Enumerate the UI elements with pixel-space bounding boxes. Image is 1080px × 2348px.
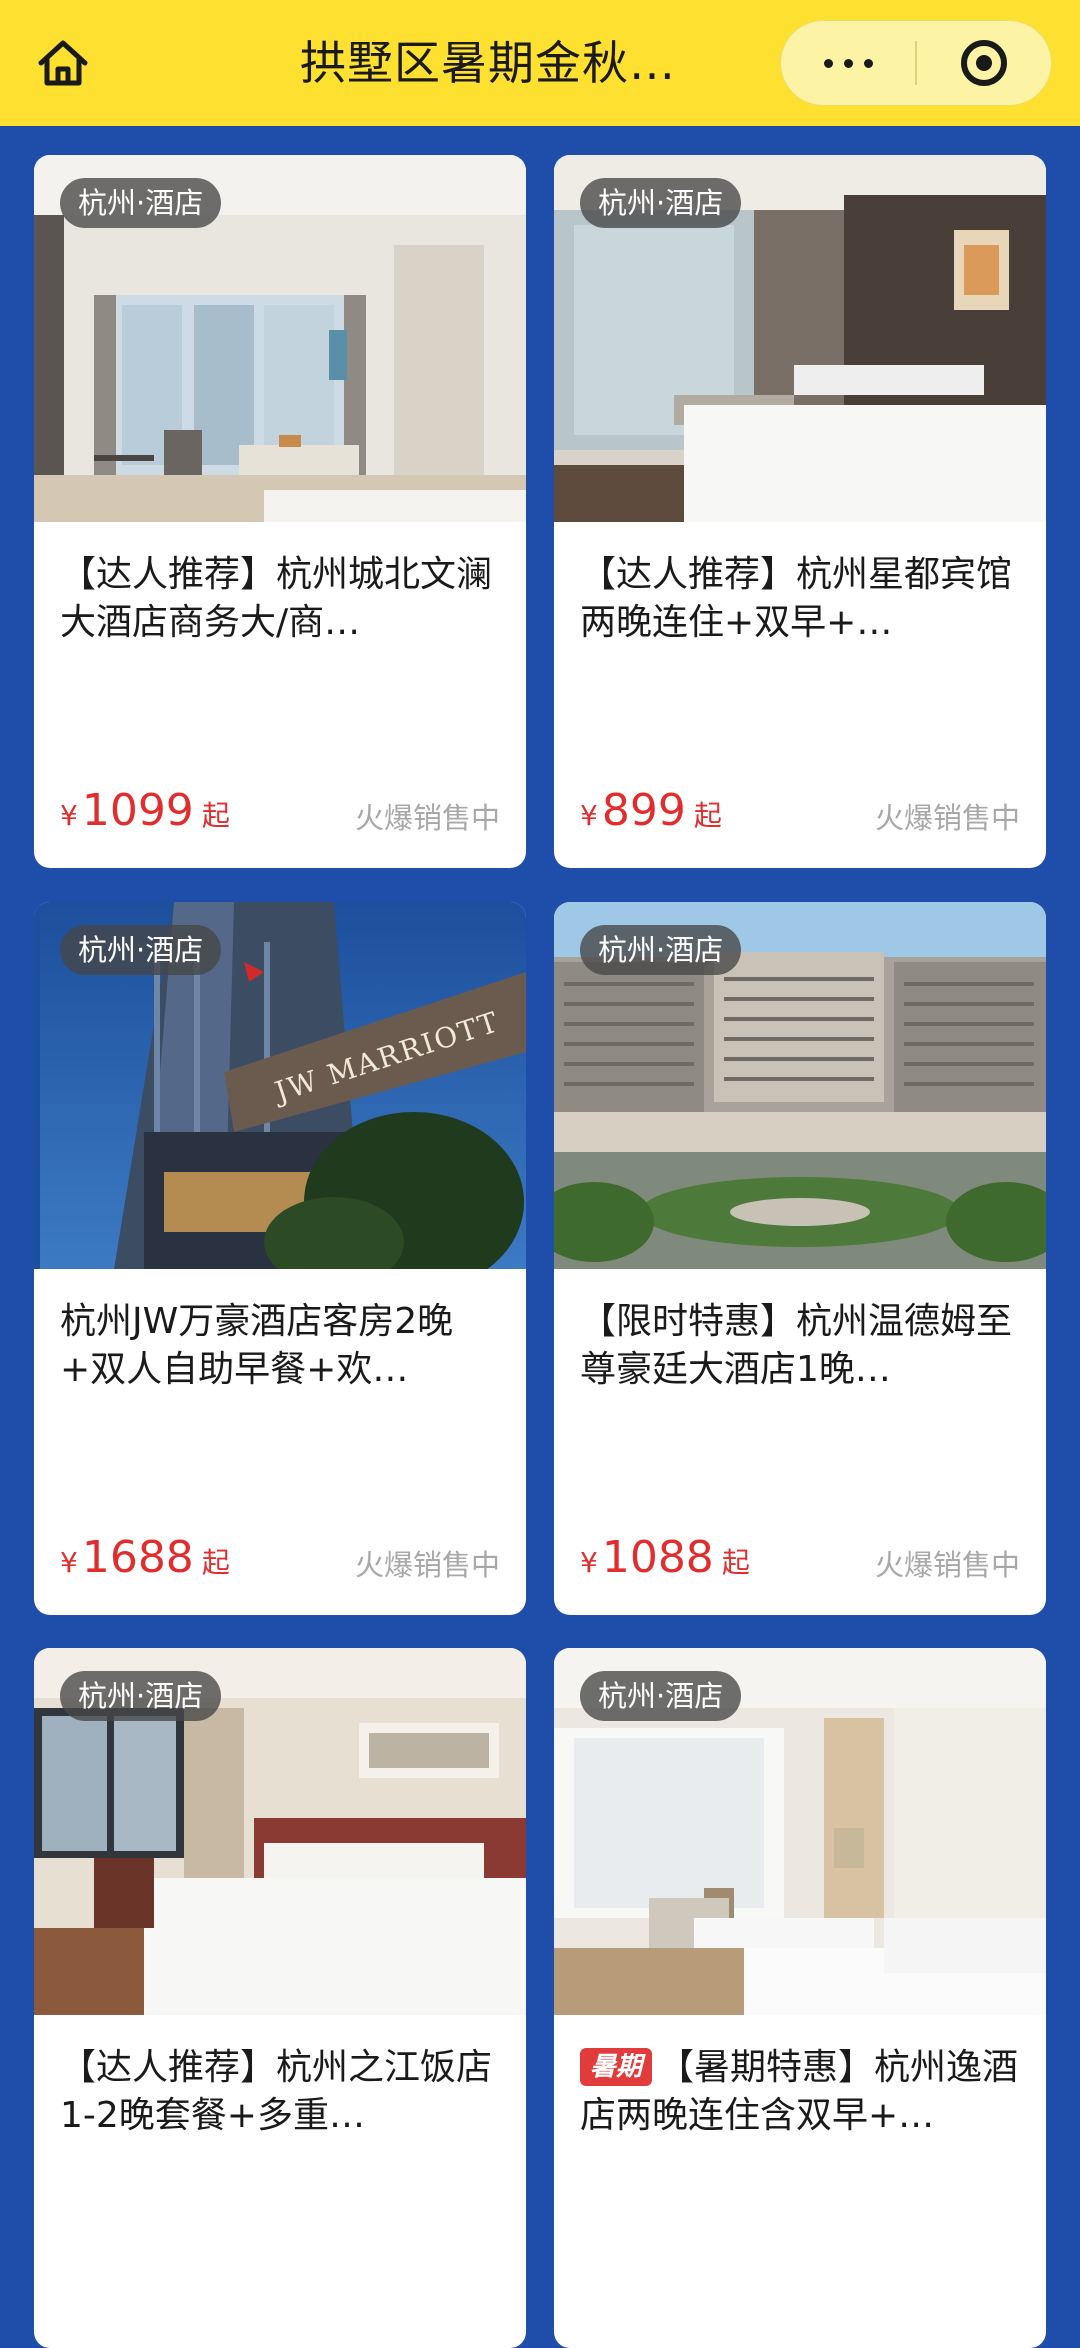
sales-status: 火爆销售中	[874, 801, 1020, 835]
product-title: 【达人推荐】杭州城北文澜大酒店商务大/商…	[60, 554, 493, 643]
product-card[interactable]: 杭州·酒店 【达人推荐】杭州城北文澜大酒店商务大/商… ¥ 1099 起 火爆销…	[34, 155, 526, 868]
product-card[interactable]: JW MARRIOTT 杭州·酒店 杭州JW万豪酒店客房2晚+双人自助早餐+欢……	[34, 902, 526, 1615]
mini-program-capsule	[780, 20, 1052, 106]
category-tag: 杭州·酒店	[60, 178, 222, 228]
price-value: 899	[601, 785, 686, 836]
price-suffix: 起	[201, 1546, 230, 1579]
category-tag: 杭州·酒店	[60, 925, 222, 975]
product-card[interactable]: 杭州·酒店 【限时特惠】杭州温德姆至尊豪廷大酒店1晚… ¥ 1088 起 火爆销…	[554, 902, 1046, 1615]
sales-status: 火爆销售中	[874, 1548, 1020, 1582]
product-title: 杭州JW万豪酒店客房2晚+双人自助早餐+欢…	[60, 1301, 454, 1390]
category-tag: 杭州·酒店	[580, 1671, 742, 1721]
price-suffix: 起	[201, 799, 230, 832]
product-card[interactable]: 杭州·酒店 暑期 【暑期特惠】杭州逸酒店两晚连住含双早+…	[554, 1648, 1046, 2348]
page-title: 拱墅区暑期金秋…	[300, 36, 676, 90]
currency-symbol: ¥	[60, 1546, 78, 1579]
price-suffix: 起	[721, 1546, 750, 1579]
more-dots-icon	[823, 58, 873, 68]
currency-symbol: ¥	[580, 1546, 598, 1579]
product-card[interactable]: 杭州·酒店 【达人推荐】杭州之江饭店1-2晚套餐+多重…	[34, 1648, 526, 2348]
home-button[interactable]	[28, 28, 98, 98]
price: ¥ 1088 起	[580, 1532, 750, 1588]
product-image: 杭州·酒店	[34, 155, 526, 522]
product-image: 杭州·酒店	[554, 1648, 1046, 2015]
category-tag: 杭州·酒店	[580, 925, 742, 975]
price: ¥ 1688 起	[60, 1532, 230, 1588]
currency-symbol: ¥	[60, 799, 78, 832]
product-title: 【限时特惠】杭州温德姆至尊豪廷大酒店1晚…	[580, 1301, 1013, 1390]
product-title: 【达人推荐】杭州星都宾馆两晚连住+双早+…	[580, 554, 1013, 643]
price: ¥ 1099 起	[60, 785, 230, 841]
product-card[interactable]: 杭州·酒店 【达人推荐】杭州星都宾馆两晚连住+双早+… ¥ 899 起 火爆销售…	[554, 155, 1046, 868]
product-image: 杭州·酒店	[554, 155, 1046, 522]
price-value: 1688	[81, 1532, 194, 1583]
category-tag: 杭州·酒店	[60, 1671, 222, 1721]
sales-status: 火爆销售中	[354, 1548, 500, 1582]
price: ¥ 899 起	[580, 785, 722, 841]
home-icon	[38, 40, 88, 86]
product-image: JW MARRIOTT 杭州·酒店	[34, 902, 526, 1269]
more-button[interactable]	[781, 20, 915, 106]
product-title: 暑期 【暑期特惠】杭州逸酒店两晚连住含双早+…	[580, 2044, 1020, 2140]
product-image: 杭州·酒店	[34, 1648, 526, 2015]
product-title: 【达人推荐】杭州之江饭店1-2晚套餐+多重…	[60, 2047, 493, 2136]
target-circle-icon	[960, 40, 1007, 86]
sales-status: 火爆销售中	[354, 801, 500, 835]
top-bar: 拱墅区暑期金秋…	[0, 0, 1080, 126]
price-value: 1099	[81, 785, 194, 836]
price-suffix: 起	[693, 799, 722, 832]
close-button[interactable]	[917, 20, 1051, 106]
currency-symbol: ¥	[580, 799, 598, 832]
price-value: 1088	[601, 1532, 714, 1583]
category-tag: 杭州·酒店	[580, 178, 742, 228]
summer-badge: 暑期	[580, 2048, 653, 2086]
product-image: 杭州·酒店	[554, 902, 1046, 1269]
